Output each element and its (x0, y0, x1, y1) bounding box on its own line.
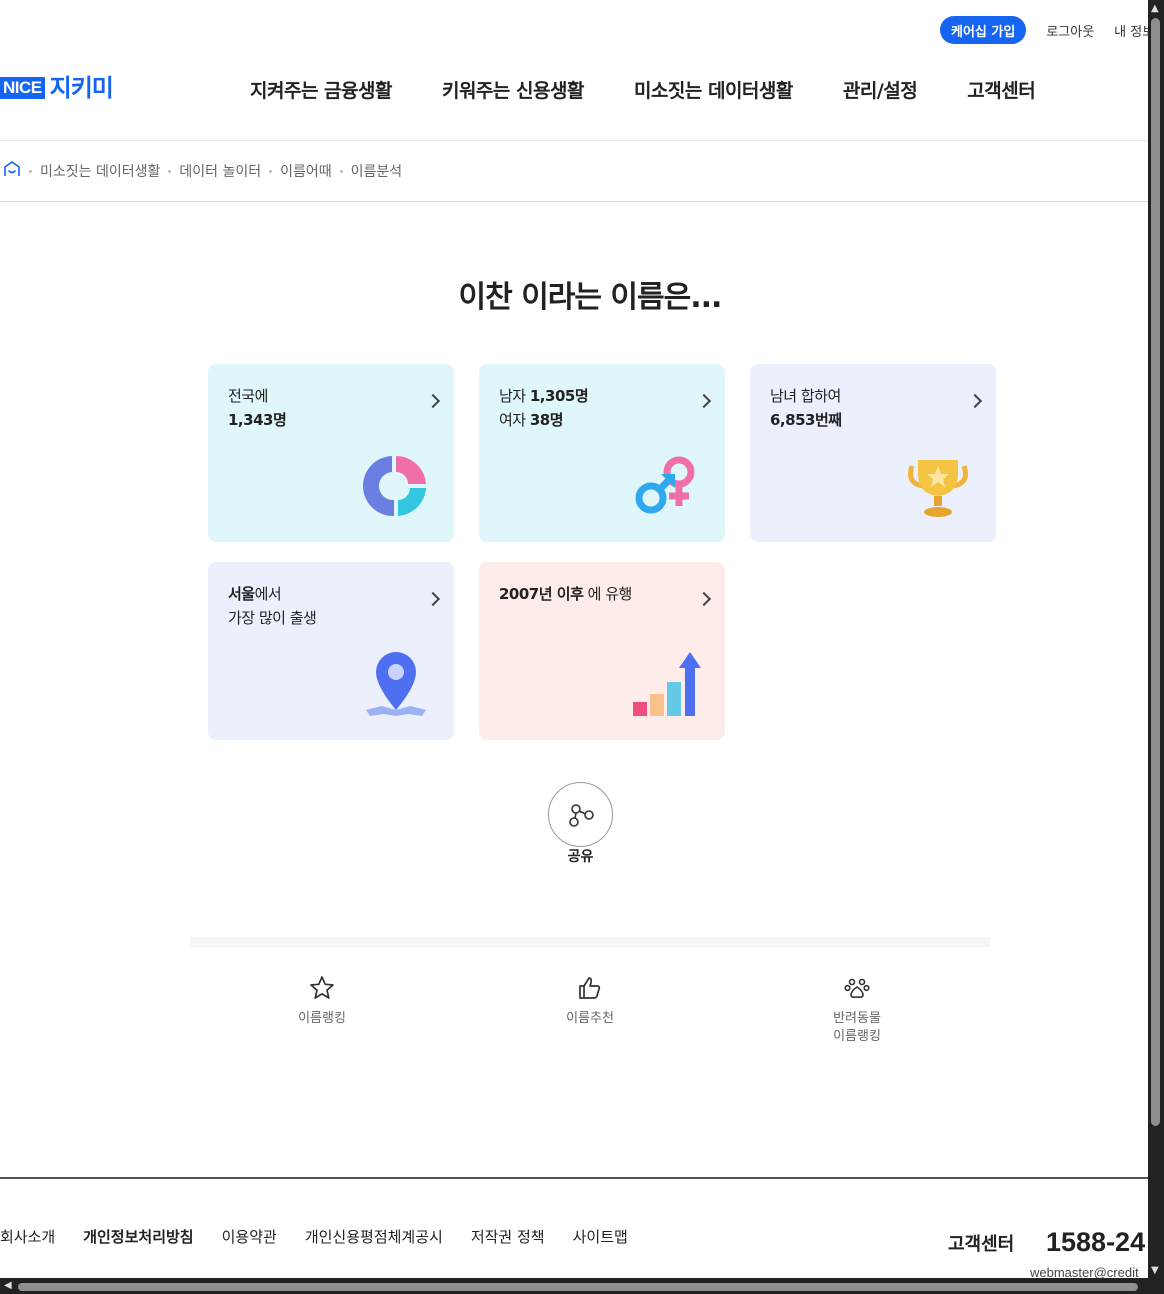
card-value: 6,853번째 (770, 411, 842, 429)
footer-divider (0, 1177, 1148, 1179)
breadcrumb-separator (168, 169, 172, 173)
home-icon[interactable] (3, 160, 21, 182)
name-ranking-link[interactable]: 이름랭킹 (252, 974, 392, 1028)
breadcrumb-separator (269, 169, 273, 173)
breadcrumb-separator (339, 169, 343, 173)
section-divider (190, 937, 990, 947)
paw-icon (844, 978, 870, 999)
share-label: 공유 (567, 849, 594, 865)
card-rank[interactable]: 남녀 합하여 6,853번째 (750, 364, 996, 542)
pet-name-ranking-link[interactable]: 반려동물 이름랭킹 (787, 974, 927, 1046)
thumbs-up-icon (579, 977, 601, 999)
star-icon (310, 976, 334, 999)
scroll-left-arrow-icon[interactable]: ◀ (4, 1281, 12, 1291)
quick-link-label: 이름랭킹 (298, 1011, 346, 1026)
card-line-2: 6,853번째 (770, 408, 976, 432)
footer-privacy-link[interactable]: 개인정보처리방침 (83, 1226, 193, 1247)
page-viewport: 케어십 가입 로그아웃 내 정보 NICE 지키미 지켜주는 금융생활 키워주는… (0, 0, 1148, 1278)
horizontal-scroll-thumb[interactable] (18, 1283, 1138, 1291)
footer-credit-disclosure-link[interactable]: 개인신용평점체계공시 (305, 1226, 443, 1247)
card-text: 남자 (499, 387, 530, 405)
site-logo[interactable]: NICE 지키미 (0, 74, 114, 102)
breadcrumb: 미소짓는 데이터생활 데이터 놀이터 이름어때 이름분석 (3, 160, 402, 182)
breadcrumb-item[interactable]: 이름어때 (280, 161, 332, 181)
card-birthplace[interactable]: 서울에서 가장 많이 출생 (208, 562, 454, 740)
card-text: 여자 (499, 411, 530, 429)
nav-customer-center[interactable]: 고객센터 (967, 76, 1035, 103)
card-line-2: 여자 38명 (499, 408, 705, 432)
footer-cs-label: 고객센터 (948, 1234, 1015, 1255)
header-divider (0, 140, 1148, 141)
card-total-count[interactable]: 전국에 1,343명 (208, 364, 454, 542)
careship-join-button[interactable]: 케어십 가입 (940, 16, 1027, 44)
card-line-2: 가장 많이 출생 (228, 606, 434, 630)
breadcrumb-item[interactable]: 데이터 놀이터 (179, 161, 261, 181)
footer-email[interactable]: webmaster@credit (1030, 1265, 1139, 1278)
card-text: 가장 많이 출생 (228, 609, 317, 627)
nav-data[interactable]: 미소짓는 데이터생활 (634, 76, 793, 103)
card-value: 38명 (529, 411, 564, 429)
quick-link-label: 반려동물 이름랭킹 (833, 1011, 881, 1044)
card-value: 2007년 이후 (499, 585, 584, 603)
card-value: 1,305명 (529, 387, 589, 405)
breadcrumb-item[interactable]: 미소짓는 데이터생활 (40, 161, 160, 181)
logo-nice: NICE (0, 77, 45, 99)
vertical-scroll-thumb[interactable] (1151, 18, 1160, 1126)
card-text: 에 유행 (583, 585, 633, 603)
card-line-1: 남녀 합하여 (770, 384, 976, 408)
card-text: 에서 (254, 585, 282, 603)
trophy-icon (908, 460, 968, 517)
card-value: 1,343명 (228, 411, 287, 429)
footer-sitemap-link[interactable]: 사이트맵 (573, 1226, 628, 1247)
card-line-2: 1,343명 (228, 408, 434, 432)
gender-symbols-icon (635, 456, 695, 514)
scroll-up-arrow-icon[interactable]: ▲ (1151, 4, 1159, 14)
breadcrumb-separator (29, 169, 32, 173)
footer-company-link[interactable]: 회사소개 (0, 1226, 55, 1247)
nav-finance[interactable]: 지켜주는 금융생활 (250, 76, 392, 103)
breadcrumb-divider (0, 201, 1148, 202)
footer-terms-link[interactable]: 이용약관 (222, 1226, 277, 1247)
card-line-1: 서울에서 (228, 582, 434, 606)
name-recommend-link[interactable]: 이름추천 (520, 974, 660, 1028)
footer-phone: 1588-24 (1046, 1227, 1146, 1257)
logo-jikimi: 지키미 (49, 74, 114, 102)
utility-bar: 케어십 가입 로그아웃 내 정보 (940, 16, 1148, 44)
card-line-1: 2007년 이후 에 유행 (499, 582, 705, 606)
nav-credit[interactable]: 키워주는 신용생활 (442, 76, 584, 103)
rising-bar-chart-icon (633, 652, 701, 716)
footer-copyright-link[interactable]: 저작권 정책 (471, 1226, 545, 1247)
main-nav: 지켜주는 금융생활 키워주는 신용생활 미소짓는 데이터생활 관리/설정 고객센… (250, 76, 1036, 103)
card-line-1: 전국에 (228, 384, 434, 408)
card-line-1: 남자 1,305명 (499, 384, 705, 408)
card-gender-count[interactable]: 남자 1,305명 여자 38명 (479, 364, 725, 542)
quick-link-label: 이름추천 (566, 1011, 614, 1026)
card-trend[interactable]: 2007년 이후 에 유행 (479, 562, 725, 740)
donut-chart-icon (362, 455, 426, 517)
map-pin-icon (366, 652, 426, 716)
scroll-down-arrow-icon[interactable]: ▼ (1151, 1266, 1159, 1276)
card-text: 전국에 (228, 387, 268, 405)
share-icon (568, 803, 594, 827)
nav-settings[interactable]: 관리/설정 (843, 76, 918, 103)
card-text: 남녀 합하여 (770, 387, 841, 405)
card-value: 서울 (228, 585, 255, 603)
my-info-link[interactable]: 내 정보 (1114, 21, 1148, 40)
page-title: 이찬 이라는 이름은... (458, 280, 723, 315)
footer-links: 회사소개 개인정보처리방침 이용약관 개인신용평점체계공시 저작권 정책 사이트… (0, 1226, 628, 1247)
breadcrumb-item-current: 이름분석 (350, 164, 403, 180)
share-button[interactable] (548, 782, 613, 847)
logout-link[interactable]: 로그아웃 (1046, 21, 1094, 40)
